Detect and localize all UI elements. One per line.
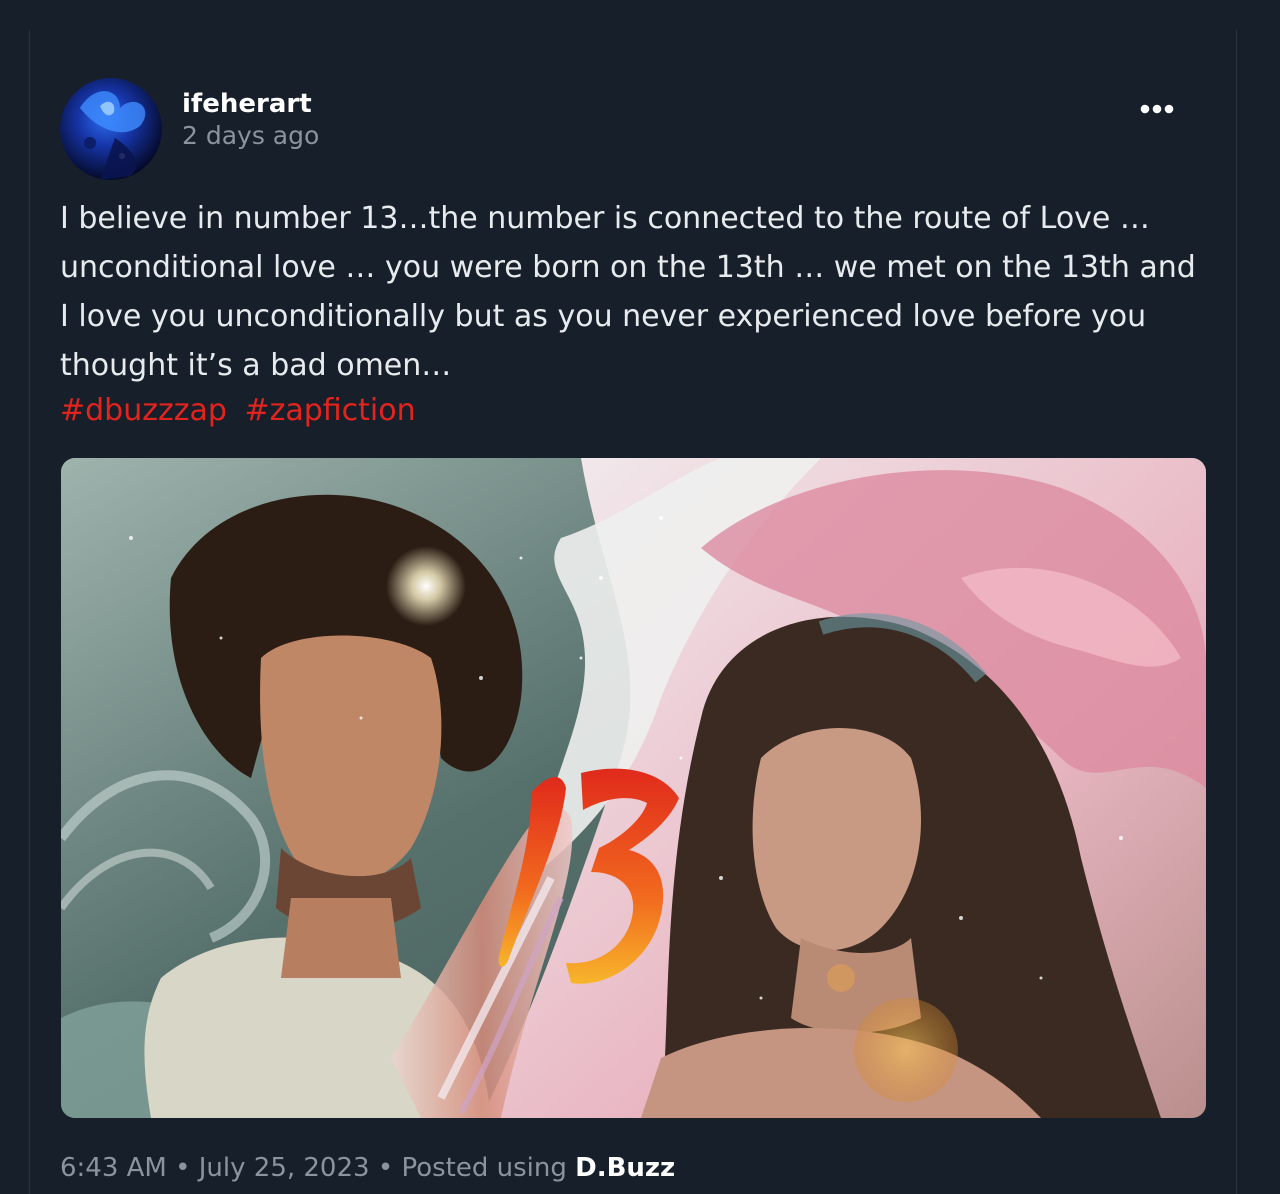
post-artwork bbox=[61, 458, 1206, 1118]
post-body-line: I love you unconditionally but as you ne… bbox=[60, 299, 1147, 334]
footer-separator: • bbox=[377, 1153, 394, 1183]
post-time: 6:43 AM bbox=[60, 1153, 167, 1183]
app-link[interactable]: D.Buzz bbox=[575, 1153, 675, 1183]
post-timestamp-relative: 2 days ago bbox=[182, 121, 320, 150]
more-options-icon bbox=[1140, 104, 1174, 114]
avatar-image bbox=[60, 78, 162, 180]
more-options-button[interactable] bbox=[1126, 92, 1188, 126]
post-body: I believe in number 13…the number is con… bbox=[60, 194, 1210, 390]
post-body-line: I believe in number 13…the number is con… bbox=[60, 201, 1150, 236]
posted-using-label: Posted using bbox=[401, 1153, 567, 1183]
hashtag-link[interactable]: #zapfiction bbox=[244, 393, 415, 428]
author-name[interactable]: ifeherart bbox=[182, 88, 312, 120]
post-card: ifeherart 2 days ago I believe in number… bbox=[29, 30, 1237, 1194]
hashtag-link[interactable]: #dbuzzzap bbox=[60, 393, 227, 428]
post-footer: 6:43 AM • July 25, 2023 • Posted using D… bbox=[60, 1148, 675, 1188]
avatar[interactable] bbox=[60, 78, 162, 180]
post-image[interactable] bbox=[61, 458, 1206, 1118]
post-body-line: thought it’s a bad omen… bbox=[60, 348, 452, 383]
hashtag-list: #dbuzzzap #zapfiction bbox=[60, 386, 424, 435]
post-body-line: unconditional love … you were born on th… bbox=[60, 250, 1196, 285]
post-date: July 25, 2023 bbox=[198, 1153, 370, 1183]
footer-separator: • bbox=[175, 1153, 191, 1183]
